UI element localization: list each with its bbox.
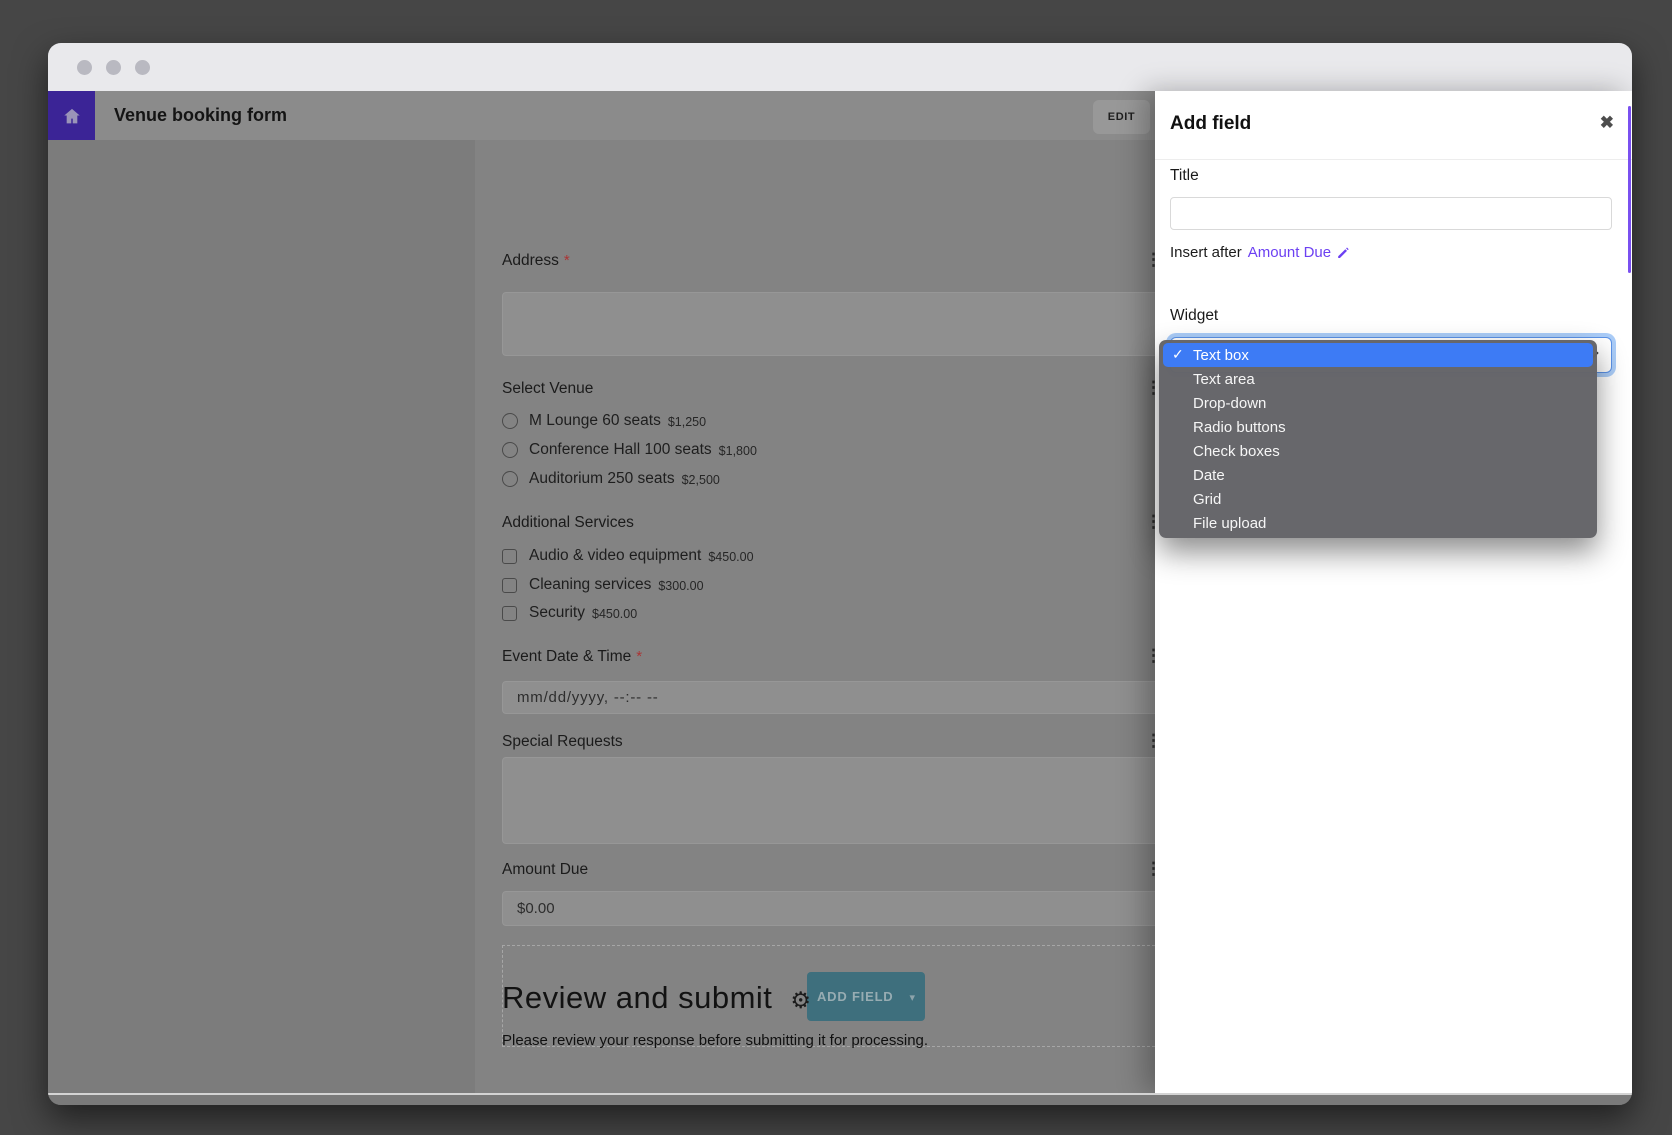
venue-field-label: Select Venue [502,380,593,398]
close-icon[interactable]: ✖ [1600,113,1614,133]
datetime-field-label: Event Date & Time* [502,648,642,666]
option-price: $300.00 [658,577,703,593]
home-icon [61,105,83,127]
radio-icon[interactable] [502,471,518,487]
radio-icon[interactable] [502,442,518,458]
service-option-row[interactable]: Cleaning services $300.00 [502,574,704,596]
edit-button[interactable]: EDIT [1093,100,1150,134]
service-option-row[interactable]: Audio & video equipment $450.00 [502,545,754,567]
option-price: $1,250 [668,413,706,429]
venue-option-row[interactable]: Conference Hall 100 seats $1,800 [502,439,757,461]
option-price: $450.00 [708,548,753,564]
window-chrome [48,43,1632,91]
gear-icon[interactable]: ⚙ [790,983,811,1014]
option-price: $1,800 [719,442,757,458]
radio-icon[interactable] [502,413,518,429]
checkbox-icon[interactable] [502,578,517,593]
special-requests-textarea[interactable] [502,757,1265,844]
checkbox-icon[interactable] [502,606,517,621]
add-field-button[interactable]: ADD FIELD ▾ [807,972,925,1021]
venue-option-row[interactable]: Auditorium 250 seats $2,500 [502,468,720,490]
review-section-note: Please review your response before submi… [502,1032,928,1049]
option-price: $2,500 [682,471,720,487]
widget-option[interactable]: Text area [1163,367,1593,391]
home-button[interactable] [48,91,95,140]
widget-option[interactable]: Grid [1163,487,1593,511]
panel-scrollbar-thumb[interactable] [1628,106,1631,273]
option-price: $450.00 [592,605,637,621]
browser-window: Venue booking form EDIT Address* ⋮ Selec… [48,43,1632,1105]
widget-option[interactable]: Radio buttons [1163,415,1593,439]
title-input[interactable] [1170,197,1612,230]
caret-down-icon: ▾ [910,989,916,1004]
window-control-dot[interactable] [135,60,150,75]
window-control-dot[interactable] [106,60,121,75]
title-field-label: Title [1170,167,1199,185]
amount-due-label: Amount Due [502,861,588,879]
insert-after-link[interactable]: Amount Due [1248,244,1331,261]
insert-after-row: Insert after Amount Due [1170,244,1350,261]
required-marker: * [636,648,642,665]
widget-option[interactable]: Date [1163,463,1593,487]
check-icon: ✓ [1172,346,1184,363]
amount-due-input[interactable]: $0.00 [502,891,1265,926]
review-section-heading: Review and submit ⚙ [502,980,811,1016]
page-title: Venue booking form [114,91,287,140]
edit-pencil-icon[interactable] [1336,246,1350,260]
datetime-input[interactable]: mm/dd/yyyy, --:-- -- [502,681,1265,714]
widget-option[interactable]: Check boxes [1163,439,1593,463]
widget-options-popup: ✓ Text box Text area Drop-down Radio but… [1159,340,1597,538]
widget-option[interactable]: Drop-down [1163,391,1593,415]
window-control-dot[interactable] [77,60,92,75]
add-field-panel: Add field ✖ Title Insert after Amount Du… [1155,91,1632,1093]
address-textarea[interactable] [502,292,1265,356]
required-marker: * [564,252,570,269]
venue-option-row[interactable]: M Lounge 60 seats $1,250 [502,410,706,432]
panel-header: Add field ✖ [1155,91,1632,160]
checkbox-icon[interactable] [502,549,517,564]
address-field-label: Address* [502,252,570,270]
service-option-row[interactable]: Security $450.00 [502,602,637,624]
panel-title: Add field [1170,113,1251,135]
window-bottom-strip [48,1093,1632,1105]
form-card: Address* ⋮ Select Venue ⋮ M Lounge 60 se… [475,140,1265,1093]
widget-option-selected[interactable]: ✓ Text box [1163,343,1593,367]
widget-option[interactable]: File upload [1163,511,1593,535]
widget-field-label: Widget [1170,307,1218,325]
services-field-label: Additional Services [502,514,634,532]
special-requests-label: Special Requests [502,733,623,751]
